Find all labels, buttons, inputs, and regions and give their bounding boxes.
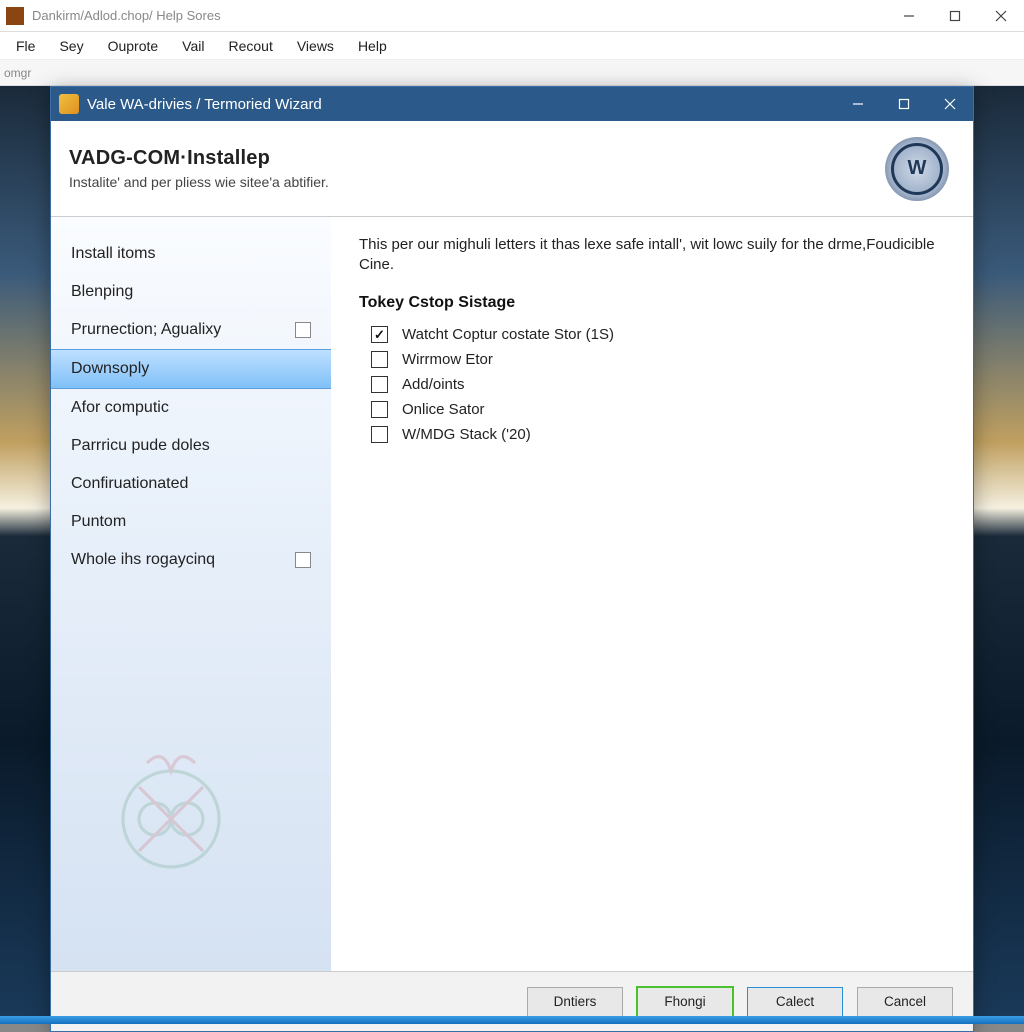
wizard-header-subtitle: Instalite' and per pliess wie sitee'a ab… (69, 174, 885, 190)
option-row[interactable]: Wirrmow Etor (359, 347, 945, 372)
outer-titlebar: Dankirm/Adlod.chop/ Help Sores (0, 0, 1024, 32)
outer-menubar: Fle Sey Ouprote Vail Recout Views Help (0, 32, 1024, 60)
section-title: Tokey Cstop Sistage (359, 294, 945, 312)
wizard-body: Install itoms Blenping Prurnection; Agua… (51, 217, 973, 971)
outer-window-title: Dankirm/Adlod.chop/ Help Sores (30, 8, 886, 23)
sidebar-item-label: Whole ihs rogaycinq (71, 551, 215, 569)
minimize-button[interactable] (886, 1, 932, 31)
sidebar-item-install-itoms[interactable]: Install itoms (51, 235, 331, 273)
sidebar-checkbox-icon (295, 552, 311, 568)
wizard-window: Vale WA-drivies / Termoried Wizard VADG-… (50, 86, 974, 1032)
menu-views[interactable]: Views (285, 35, 346, 57)
sidebar-item-label: Blenping (71, 283, 133, 301)
wizard-main-panel: This per our mighuli letters it thas lex… (331, 217, 973, 971)
option-label: W/MDG Stack ('20) (402, 426, 531, 443)
outer-window-controls (886, 1, 1024, 31)
sidebar-item-downsoply[interactable]: Downsoply (51, 349, 331, 389)
application-window: Dankirm/Adlod.chop/ Help Sores Fle Sey O… (0, 0, 1024, 1024)
option-row[interactable]: W/MDG Stack ('20) (359, 422, 945, 447)
menu-file[interactable]: Fle (4, 35, 47, 57)
desktop-area: Vale WA-drivies / Termoried Wizard VADG-… (0, 86, 1024, 1024)
sidebar-item-confiruationated[interactable]: Confiruationated (51, 465, 331, 503)
wizard-minimize-button[interactable] (835, 89, 881, 119)
vw-logo-icon: W (885, 137, 949, 201)
sidebar-item-afor-computic[interactable]: Afor computic (51, 389, 331, 427)
checkbox-icon[interactable] (371, 376, 388, 393)
wizard-header: VADG-COM·Installep Instalite' and per pl… (51, 121, 973, 217)
sidebar-item-label: Confiruationated (71, 475, 188, 493)
calect-button[interactable]: Calect (747, 987, 843, 1017)
menu-ouprote[interactable]: Ouprote (96, 35, 171, 57)
option-row[interactable]: Watcht Coptur costate Stor (1S) (359, 322, 945, 347)
toolbar-left-label: omgr (4, 66, 31, 80)
taskbar (0, 1016, 1024, 1024)
fhongi-button[interactable]: Fhongi (637, 987, 733, 1017)
option-label: Watcht Coptur costate Stor (1S) (402, 326, 614, 343)
wizard-header-text: VADG-COM·Installep Instalite' and per pl… (69, 147, 885, 190)
menu-help[interactable]: Help (346, 35, 399, 57)
maximize-button[interactable] (932, 1, 978, 31)
app-icon (6, 7, 24, 25)
checkbox-icon[interactable] (371, 351, 388, 368)
menu-sey[interactable]: Sey (47, 35, 95, 57)
sidebar-watermark-icon (91, 731, 251, 891)
option-label: Onlice Sator (402, 401, 485, 418)
main-description: This per our mighuli letters it thas lex… (359, 235, 945, 276)
option-row[interactable]: Add/oints (359, 372, 945, 397)
cancel-button[interactable]: Cancel (857, 987, 953, 1017)
wizard-sidebar: Install itoms Blenping Prurnection; Agua… (51, 217, 331, 971)
menu-recout[interactable]: Recout (216, 35, 284, 57)
wizard-header-title: VADG-COM·Installep (69, 147, 885, 170)
checkbox-icon[interactable] (371, 326, 388, 343)
close-button[interactable] (978, 1, 1024, 31)
sidebar-item-label: Puntom (71, 513, 126, 531)
sidebar-checkbox-icon (295, 322, 311, 338)
sidebar-item-blenping[interactable]: Blenping (51, 273, 331, 311)
sidebar-item-label: Afor computic (71, 399, 169, 417)
sidebar-item-whole-ihs[interactable]: Whole ihs rogaycinq (51, 541, 331, 579)
sidebar-item-parrricu[interactable]: Parrricu pude doles (51, 427, 331, 465)
wizard-close-button[interactable] (927, 89, 973, 119)
sidebar-item-puntom[interactable]: Puntom (51, 503, 331, 541)
outer-toolbar: omgr (0, 60, 1024, 86)
sidebar-item-prurnection[interactable]: Prurnection; Agualixy (51, 311, 331, 349)
vw-logo-text: W (891, 143, 943, 195)
wizard-titlebar: Vale WA-drivies / Termoried Wizard (51, 87, 973, 121)
dntiers-button[interactable]: Dntiers (527, 987, 623, 1017)
sidebar-item-label: Parrricu pude doles (71, 437, 210, 455)
sidebar-item-label: Prurnection; Agualixy (71, 321, 221, 339)
menu-vail[interactable]: Vail (170, 35, 216, 57)
sidebar-item-label: Downsoply (71, 360, 149, 378)
checkbox-icon[interactable] (371, 426, 388, 443)
option-label: Wirrmow Etor (402, 351, 493, 368)
wizard-title: Vale WA-drivies / Termoried Wizard (87, 96, 835, 113)
wizard-maximize-button[interactable] (881, 89, 927, 119)
option-label: Add/oints (402, 376, 465, 393)
checkbox-icon[interactable] (371, 401, 388, 418)
sidebar-item-label: Install itoms (71, 245, 155, 263)
wizard-icon (59, 94, 79, 114)
option-row[interactable]: Onlice Sator (359, 397, 945, 422)
wizard-window-controls (835, 89, 973, 119)
